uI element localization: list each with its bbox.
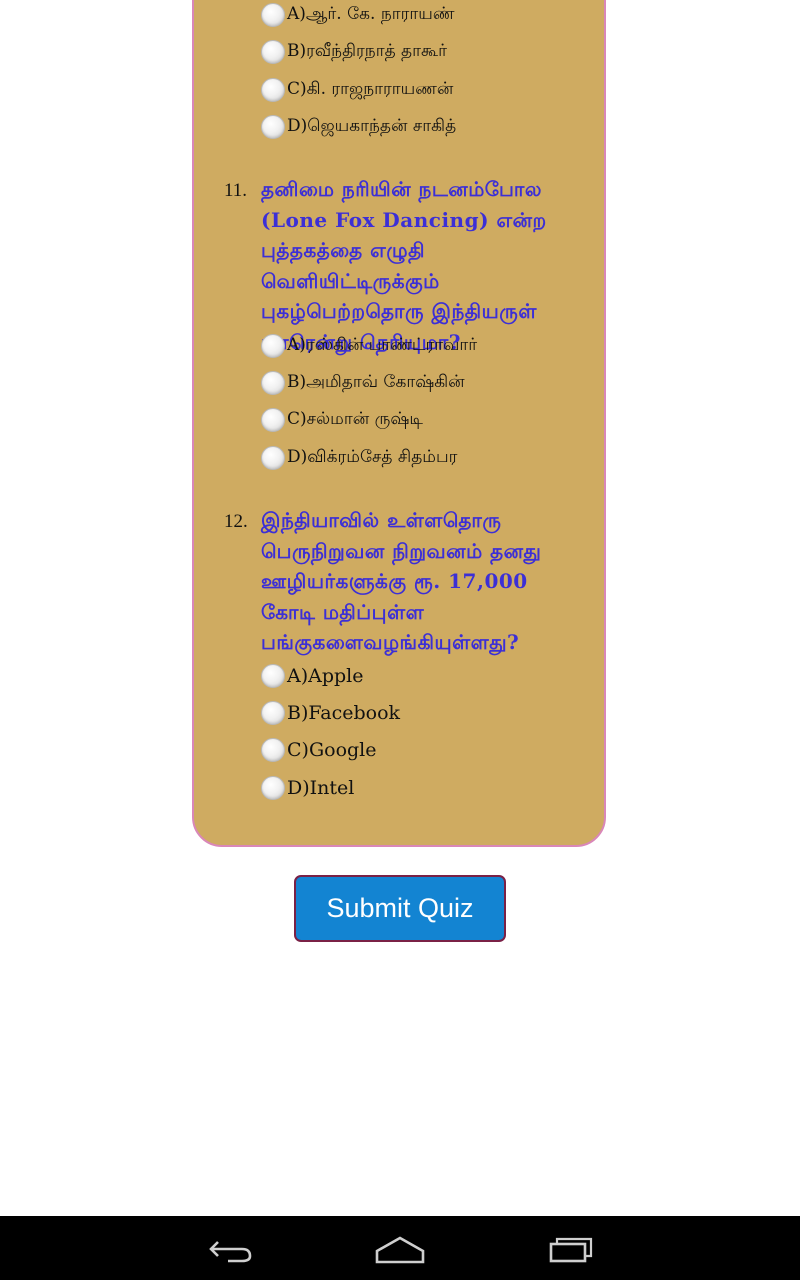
radio-button[interactable] [261, 776, 285, 800]
radio-button[interactable] [261, 664, 285, 688]
q10-option-a[interactable]: A)ஆர். கே. நாராயண் [261, 1, 455, 29]
radio-button[interactable] [261, 115, 285, 139]
option-label: B)Facebook [287, 702, 401, 724]
navigation-bar [0, 1216, 800, 1280]
q10-option-c[interactable]: C)கி. ராஜநாராயணன் [261, 76, 453, 104]
option-label: C)சல்மான் ருஷ்டி [287, 409, 423, 429]
radio-button[interactable] [261, 40, 285, 64]
q12-option-b[interactable]: B)Facebook [261, 699, 400, 727]
q12-option-d[interactable]: D)Intel [261, 774, 354, 802]
question-number: 11. [224, 180, 248, 201]
radio-button[interactable] [261, 446, 285, 470]
option-label: D)ஜெயகாந்தன் சாகித் [287, 116, 457, 136]
option-label: B)அமிதாவ் கோஷ்கின் [287, 372, 465, 392]
option-label: B)ரவீந்திரநாத் தாகூர் [287, 41, 447, 61]
option-label: A)ரஸ்கின் பாண்ட்ராவார் [287, 335, 478, 355]
q10-option-b[interactable]: B)ரவீந்திரநாத் தாகூர் [261, 38, 447, 66]
option-label: D)Intel [287, 777, 355, 799]
q12-option-a[interactable]: A)Apple [261, 662, 364, 690]
question-text: தனிமை நரியின் நடனம்போல (Lone Fox Dancing… [261, 177, 547, 354]
submit-quiz-button[interactable]: Submit Quiz [294, 875, 506, 942]
q11-option-b[interactable]: B)அமிதாவ் கோஷ்கின் [261, 369, 465, 397]
recents-icon[interactable] [541, 1230, 601, 1268]
radio-button[interactable] [261, 78, 285, 102]
radio-button[interactable] [261, 371, 285, 395]
question-number: 12. [224, 511, 248, 532]
q11-option-a[interactable]: A)ரஸ்கின் பாண்ட்ராவார் [261, 332, 477, 360]
option-label: D)விக்ரம்சேத் சிதம்பர [287, 447, 458, 467]
home-icon[interactable] [370, 1230, 430, 1268]
q10-option-d[interactable]: D)ஜெயகாந்தன் சாகித் [261, 113, 456, 141]
question-text: இந்தியாவில் உள்ளதொரு பெருநிறுவன நிறுவனம்… [261, 508, 542, 654]
q11-option-d[interactable]: D)விக்ரம்சேத் சிதம்பர [261, 444, 457, 472]
radio-button[interactable] [261, 3, 285, 27]
radio-button[interactable] [261, 738, 285, 762]
q12-option-c[interactable]: C)Google [261, 736, 377, 764]
option-label: A)Apple [287, 665, 364, 687]
option-label: A)ஆர். கே. நாராயண் [287, 4, 455, 24]
radio-button[interactable] [261, 408, 285, 432]
radio-button[interactable] [261, 334, 285, 358]
q11-option-c[interactable]: C)சல்மான் ருஷ்டி [261, 406, 423, 434]
option-label: C)கி. ராஜநாராயணன் [287, 79, 454, 99]
option-label: C)Google [287, 739, 377, 761]
radio-button[interactable] [261, 701, 285, 725]
back-icon[interactable] [200, 1230, 260, 1268]
